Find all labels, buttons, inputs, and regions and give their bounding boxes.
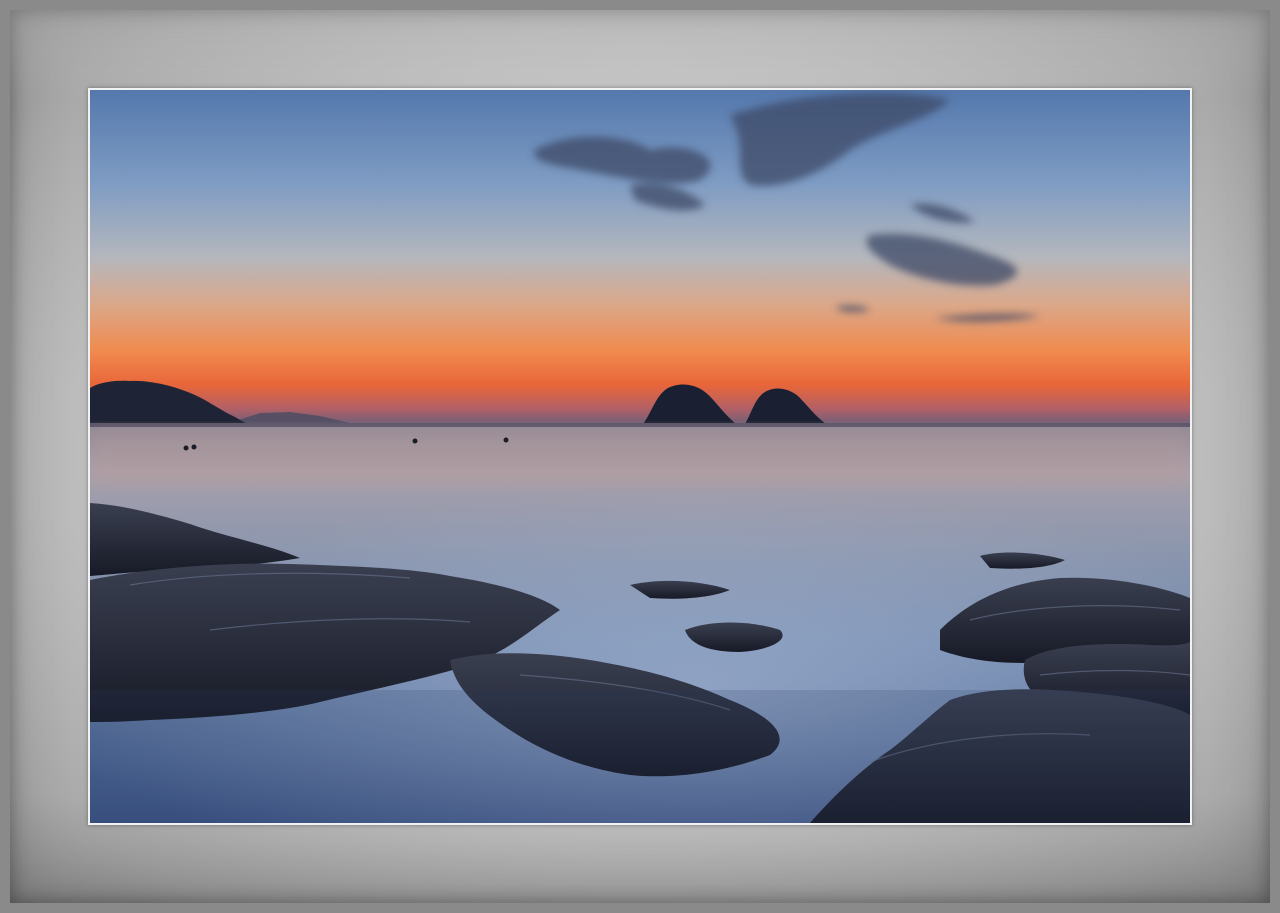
horizon-line (90, 423, 1190, 427)
sky (90, 90, 1190, 425)
seascape-photo (90, 90, 1190, 823)
